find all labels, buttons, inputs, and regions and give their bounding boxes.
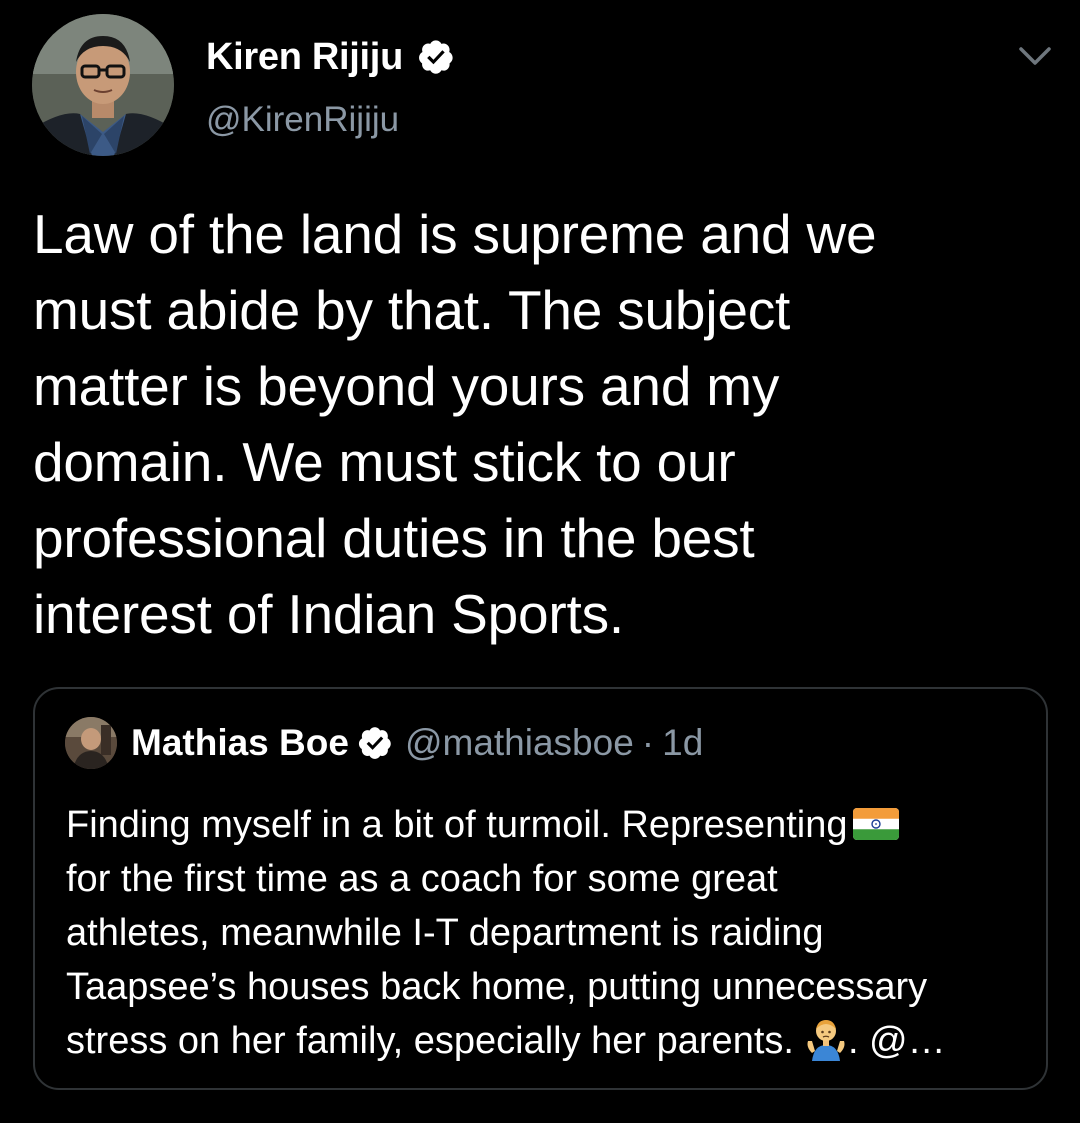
quoted-header: Mathias Boe @mathiasboe · 1d: [131, 719, 703, 767]
quoted-timestamp[interactable]: 1d: [662, 722, 703, 764]
tweet-text-line: matter is beyond yours and my: [33, 355, 780, 417]
quoted-tweet-text: Finding myself in a bit of turmoil. Repr…: [66, 798, 1026, 1068]
tweet-text-line: domain. We must stick to our: [33, 431, 736, 493]
quoted-text-line: stress on her family, especially her par…: [66, 1014, 1026, 1068]
tweet-text-line: interest of Indian Sports.: [33, 583, 624, 645]
author-name[interactable]: Kiren Rijiju: [206, 36, 403, 79]
quoted-text-line: Finding myself in a bit of turmoil. Repr…: [66, 798, 1026, 852]
quoted-author-name[interactable]: Mathias Boe: [131, 722, 349, 764]
chevron-down-icon: [1019, 47, 1051, 65]
author-avatar-image: [32, 14, 174, 156]
quoted-text-truncation: . @…: [847, 1020, 946, 1062]
author-avatar[interactable]: [32, 14, 174, 156]
quoted-text-segment: stress on her family, especially her par…: [66, 1020, 794, 1062]
quoted-author-avatar-image: [65, 717, 117, 769]
quoted-author-avatar[interactable]: [65, 717, 117, 769]
quoted-text-segment: Finding myself in a bit of turmoil. Repr…: [66, 804, 848, 846]
separator-dot: ·: [641, 722, 655, 763]
tweet-text-line: professional duties in the best: [33, 507, 755, 569]
india-flag-emoji: [853, 808, 900, 840]
quoted-tweet-card[interactable]: Mathias Boe @mathiasboe · 1d Finding mys…: [33, 687, 1048, 1090]
quoted-text-line: for the first time as a coach for some g…: [66, 858, 778, 900]
quoted-text-line: athletes, meanwhile I-T department is ra…: [66, 912, 824, 954]
author-name-row[interactable]: Kiren Rijiju: [206, 33, 455, 81]
quoted-text-line: Taapsee’s houses back home, putting unne…: [66, 966, 928, 1008]
tweet-text: Law of the land is supreme and we must a…: [33, 196, 1033, 652]
tweet-text-line: must abide by that. The subject: [33, 279, 791, 341]
tweet-text-line: Law of the land is supreme and we: [33, 203, 877, 265]
author-handle[interactable]: @KirenRijiju: [206, 100, 399, 140]
verified-badge-icon: [358, 727, 391, 759]
tweet: Kiren Rijiju @KirenRijiju Law of the lan…: [0, 0, 1080, 1123]
quoted-author-handle[interactable]: @mathiasboe: [405, 722, 634, 764]
tweet-menu-button[interactable]: [1015, 40, 1055, 72]
verified-badge-icon: [419, 40, 453, 74]
person-shrugging-emoji: [807, 1020, 845, 1061]
